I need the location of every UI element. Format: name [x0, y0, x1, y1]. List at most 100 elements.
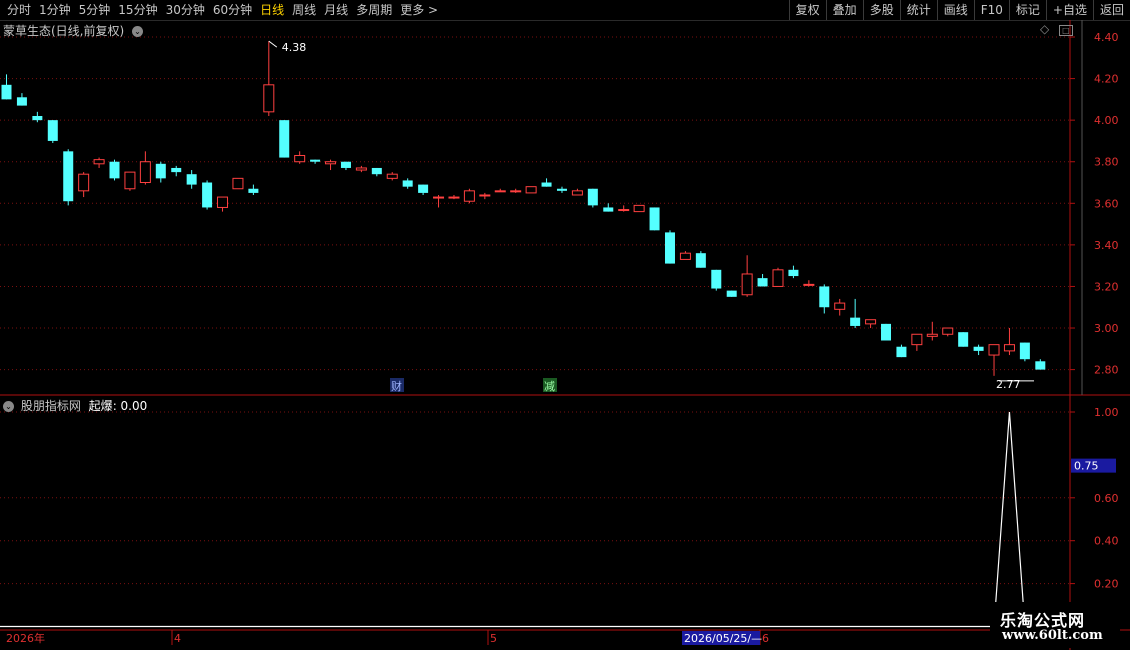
- candle-body: [911, 333, 923, 346]
- x-month-label: 5: [490, 632, 497, 645]
- candle-body: [942, 327, 954, 335]
- indicator-panel-title: ⌄ 股朋指标网 起爆: 0.00: [3, 397, 147, 414]
- y-tick-label: 4.40: [1094, 31, 1119, 44]
- y-tick-label: 3.20: [1094, 280, 1119, 293]
- candle-body: [294, 154, 306, 163]
- event-marker-finance: 财: [391, 379, 402, 393]
- candle-body: [881, 323, 892, 341]
- candle-body: [726, 290, 737, 297]
- y-tick-label: 3.40: [1094, 239, 1119, 252]
- candle-body: [139, 161, 151, 184]
- candle-body: [16, 97, 27, 106]
- y-tick-label: 3.00: [1094, 322, 1119, 335]
- candle-body: [603, 207, 614, 212]
- candle-body: [803, 283, 815, 286]
- candle-body: [788, 269, 799, 277]
- candle-body: [1, 84, 12, 100]
- candle-body: [571, 190, 583, 196]
- candle-body: [510, 190, 522, 193]
- candle-body: [418, 184, 429, 193]
- low-label: 2.77: [996, 378, 1021, 391]
- chevron-down-icon[interactable]: ⌄: [3, 401, 14, 412]
- indicator-line: [0, 411, 1026, 628]
- stock-title: 蒙草生态(日线,前复权): [3, 24, 125, 38]
- candle-body: [741, 273, 753, 296]
- candle-body: [633, 204, 645, 213]
- cursor-date-label: 2026/05/25/—: [684, 632, 762, 645]
- candle-body: [232, 177, 244, 190]
- candle-body: [202, 182, 213, 208]
- candle-body: [926, 333, 938, 337]
- x-year-label: 2026年: [6, 631, 45, 645]
- high-label: 4.38: [282, 41, 307, 54]
- candle-body: [819, 286, 830, 308]
- candle-body: [310, 159, 321, 162]
- candle-body: [649, 207, 660, 231]
- candle-body: [448, 196, 460, 199]
- y-tick-label: 3.60: [1094, 197, 1119, 210]
- diamond-icon[interactable]: ◇: [1040, 22, 1049, 36]
- event-marker-reduce: 减: [544, 380, 555, 393]
- candle-body: [463, 190, 475, 202]
- cursor-value-label: 0.75: [1074, 460, 1099, 473]
- candle-body: [988, 344, 1000, 356]
- candle-body: [402, 180, 413, 187]
- indicator-name: 起爆: [88, 399, 113, 413]
- candle-body: [541, 182, 552, 187]
- candle-body: [248, 188, 259, 193]
- candle-body: [371, 167, 382, 175]
- y-tick-label: 3.80: [1094, 156, 1119, 169]
- candle-body: [340, 161, 351, 168]
- candle-body: [973, 346, 984, 351]
- candle-body: [896, 346, 907, 358]
- indicator-value: 0.00: [120, 399, 148, 413]
- panel-controls: ◇ □: [1040, 22, 1073, 36]
- candle-body: [1035, 361, 1046, 370]
- y-tick-label: 4.20: [1094, 73, 1119, 86]
- candle-body: [958, 332, 969, 347]
- candle-body: [109, 161, 120, 179]
- candle-body: [355, 167, 367, 171]
- candle-body: [679, 252, 691, 260]
- candle-body: [865, 319, 877, 325]
- candle-body: [664, 232, 675, 264]
- stock-chart[interactable]: 4.40 4.20 4.00 3.80 3.60 3.40 3.20 3.00 2.80 1.00…: [0, 0, 1130, 650]
- candle-body: [47, 120, 58, 141]
- candle-body: [850, 317, 861, 326]
- maximize-icon[interactable]: □: [1059, 25, 1073, 36]
- indicator-source: 股朋指标网: [20, 399, 81, 413]
- candle-body: [587, 188, 598, 206]
- x-month-label: 4: [174, 632, 181, 645]
- candle-body: [217, 196, 229, 208]
- candle-body: [263, 84, 275, 113]
- candle-body: [433, 196, 445, 199]
- candle-body: [155, 163, 166, 179]
- main-panel-title: 蒙草生态(日线,前复权) ⌄: [3, 22, 146, 39]
- candle-body: [93, 159, 105, 165]
- y-tick-label: 4.00: [1094, 114, 1119, 127]
- candle-body: [525, 186, 537, 194]
- y-tick-label: 2.80: [1094, 364, 1119, 377]
- candle-body: [1003, 344, 1015, 352]
- y-tick-label: 0.60: [1094, 492, 1119, 505]
- candle-body: [124, 171, 136, 190]
- y-tick-label: 0.20: [1094, 578, 1119, 591]
- candle-body: [186, 174, 197, 185]
- chevron-down-icon[interactable]: ⌄: [132, 26, 144, 37]
- candle-body: [78, 173, 90, 192]
- candle-body: [711, 269, 722, 289]
- candle-body: [386, 173, 398, 179]
- candle-body: [171, 167, 182, 173]
- candle-body: [325, 161, 337, 165]
- candle-body: [494, 190, 506, 193]
- candle-body: [618, 209, 630, 212]
- high-marker-arrow: [268, 40, 278, 48]
- candle-body: [479, 194, 491, 197]
- candle-body: [279, 120, 290, 158]
- y-tick-label: 0.40: [1094, 535, 1119, 548]
- candle-body: [556, 188, 567, 191]
- candle-body: [757, 278, 768, 287]
- candle-body: [63, 151, 74, 202]
- candle-body: [772, 269, 784, 287]
- y-tick-label: 1.00: [1094, 406, 1119, 419]
